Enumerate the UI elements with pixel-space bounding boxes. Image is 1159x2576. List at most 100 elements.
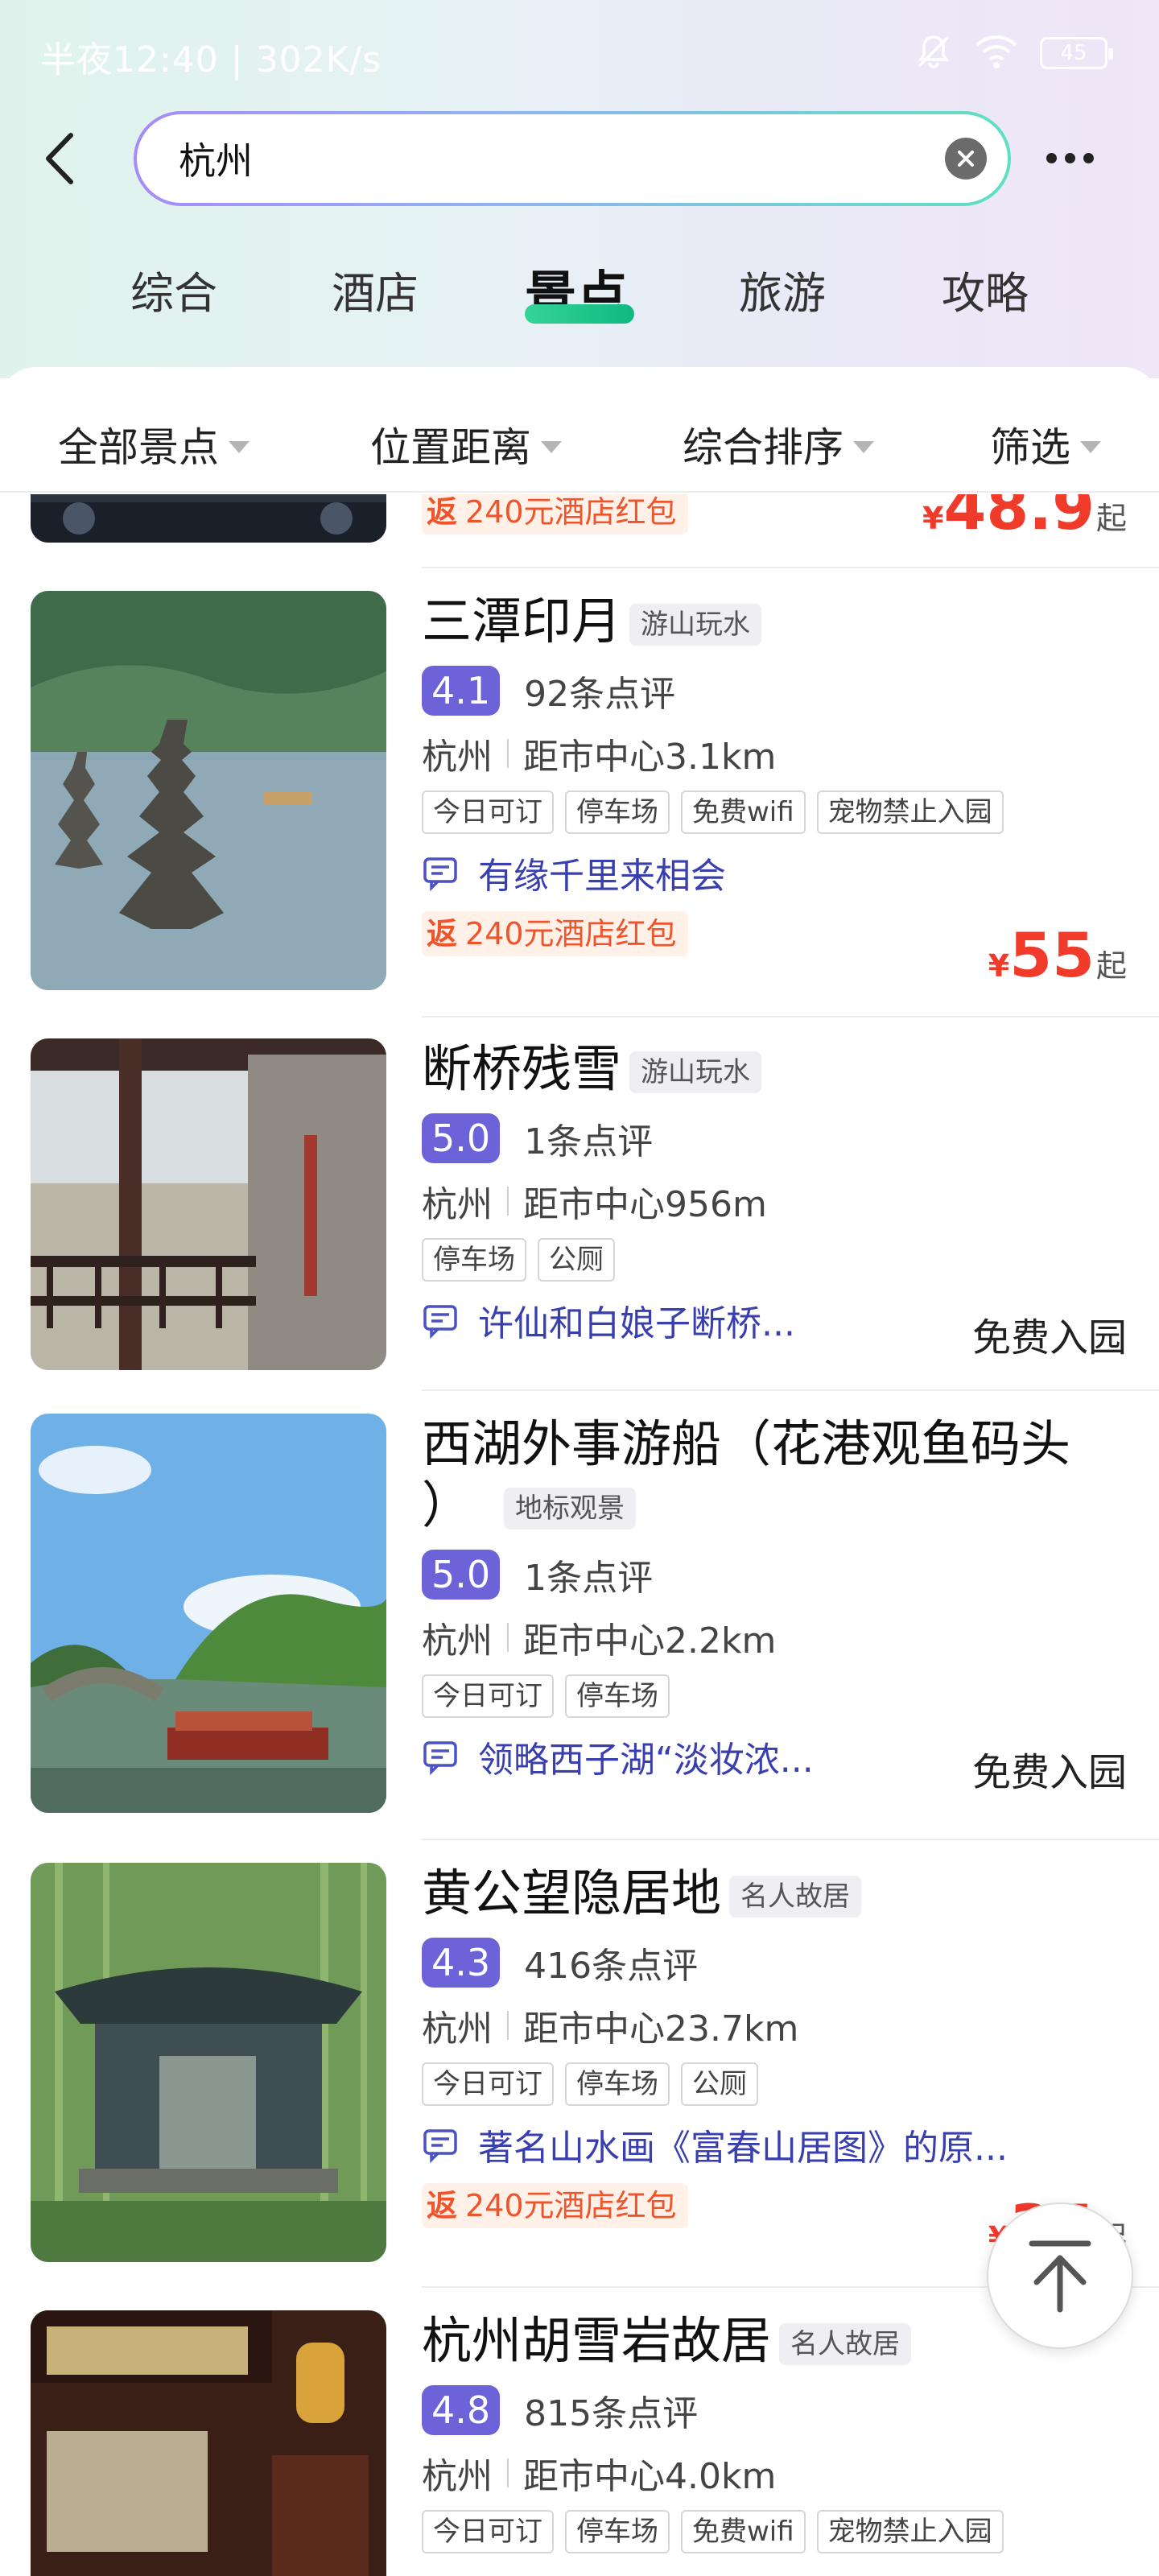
location-row: 杭州 距市中心3.1km [422,728,1130,779]
city-label: 杭州 [422,1184,493,1225]
feature-tag: 停车场 [565,1674,670,1718]
distance-label: 距市中心956m [523,1184,767,1225]
filter-sort[interactable]: 综合排序 [683,415,874,473]
feature-tag: 公厕 [681,2062,758,2106]
feature-tag: 宠物禁止入园 [816,2510,1004,2553]
quote-text: 领略西子湖“淡妆浓... [478,1740,814,1781]
clear-icon[interactable] [945,138,987,180]
price: ¥55起 [988,919,1127,991]
rating-row: 5.0 1条点评 [422,1113,1130,1164]
feature-tag: 停车场 [565,2062,670,2106]
promo-prefix: 返 [427,2188,458,2223]
review-count[interactable]: 92条点评 [524,665,675,716]
category-tag: 游山玩水 [629,603,762,646]
active-tab-indicator [525,304,634,324]
feature-tag: 免费wifi [681,2510,806,2553]
price-suffix: 起 [1095,948,1127,984]
title-text-continued: ） [422,1476,472,1534]
more-options-icon[interactable] [1046,142,1111,174]
title-text: 三潭印月 [422,592,622,650]
hotel-coupon-badge: 返 240元酒店红包 [422,494,688,535]
category-tag: 名人故居 [729,1875,862,1918]
review-count[interactable]: 1条点评 [524,1549,653,1600]
review-quote[interactable]: 著名山水画《富春山居图》的原... [422,2119,1130,2170]
promo-text: 240元酒店红包 [465,916,677,952]
rating-row: 4.1 92条点评 [422,665,1130,716]
arrow-up-icon [1029,2240,1091,2313]
category-tag: 名人故居 [779,2322,912,2365]
price: ¥48.9起 [922,494,1127,543]
tab-hotel[interactable]: 酒店 [332,258,419,321]
filter-all-attractions[interactable]: 全部景点 [58,415,250,473]
separator [507,2011,509,2040]
quote-text: 许仙和白娘子断桥... [478,1303,795,1344]
price-value: 55 [1009,919,1095,991]
search-input[interactable]: 杭州 [179,132,945,185]
rating-row: 4.8 815条点评 [422,2384,1130,2436]
promo-text: 240元酒店红包 [465,2188,677,2223]
quote-text: 有缘千里来相会 [478,856,726,897]
location-row: 杭州 距市中心23.7km [422,2000,1130,2051]
list-item[interactable]: 黄公望隐居地 名人故居 4.3 416条点评 杭州 距市中心23.7km 今日可订 停… [0,1863,1159,2265]
thumbnail-image [31,1863,386,2262]
hotel-coupon-badge: 返 240元酒店红包 [422,911,688,956]
feature-tag: 停车场 [565,2510,670,2553]
filter-bar: 全部景点 位置距离 综合排序 筛选 [0,385,1159,493]
divider [422,1389,1159,1391]
back-arrow-icon[interactable] [42,129,90,188]
free-entry-label: 免费入园 [971,1750,1127,1795]
location-row: 杭州 距市中心4.0km [422,2447,1130,2499]
review-quote[interactable]: 有缘千里来相会 [422,847,1130,898]
distance-label: 距市中心23.7km [523,2008,799,2050]
city-label: 杭州 [422,2008,493,2050]
filter-label: 综合排序 [683,424,843,471]
divider [422,1016,1159,1018]
review-count[interactable]: 1条点评 [524,1113,653,1164]
list-item[interactable]: 杭州胡雪岩故居 名人故居 4.8 815条点评 杭州 距市中心4.0km 今日可订 停… [0,2310,1159,2576]
separator [507,1187,509,1216]
attraction-title: 西湖外事游船（花港观鱼码头 ） 地标观景 [422,1414,1130,1536]
promo-prefix: 返 [427,494,458,530]
wifi-icon [974,34,1019,72]
feature-tags: 今日可订 停车场 公厕 [422,2062,1130,2106]
caret-down-icon [229,440,250,453]
category-tabs: 综合 酒店 景点 旅游 攻略 [0,250,1159,346]
tab-travel[interactable]: 旅游 [739,258,826,321]
list-item[interactable]: 三潭印月 游山玩水 4.1 92条点评 杭州 距市中心3.1km 今日可订 停车场 免… [0,591,1159,993]
title-text: 西湖外事游船（花港观鱼码头 [422,1414,1071,1473]
distance-label: 距市中心2.2km [523,1620,777,1662]
comment-icon [423,2129,457,2163]
status-time-speed: 半夜12:40 | 302K/s [40,39,382,80]
thumbnail-image [31,1414,386,1813]
title-text: 黄公望隐居地 [422,1864,722,1922]
feature-tag: 公厕 [538,1238,615,1282]
city-label: 杭州 [422,1620,493,1662]
promo-text: 240元酒店红包 [465,494,677,530]
comment-icon [423,1741,457,1775]
category-tag: 地标观景 [504,1487,637,1530]
back-to-top-button[interactable] [987,2202,1133,2349]
review-count[interactable]: 416条点评 [524,1937,698,1988]
filter-more[interactable]: 筛选 [990,415,1101,473]
distance-label: 距市中心4.0km [523,2456,777,2497]
mute-bell-icon [914,32,953,74]
list-item[interactable]: 断桥残雪 游山玩水 5.0 1条点评 杭州 距市中心956m 停车场 公厕 许仙和白娘… [0,1038,1159,1377]
tab-comprehensive[interactable]: 综合 [130,258,217,321]
filter-label: 筛选 [990,424,1070,471]
city-label: 杭州 [422,2456,493,2497]
search-box[interactable]: 杭州 [134,111,1011,206]
feature-tag: 今日可订 [422,791,554,834]
price-currency: ¥ [988,948,1010,984]
thumbnail-image [31,1038,386,1370]
attraction-list: 返 240元酒店红包 ¥48.9起 三潭印月 游山玩水 4.1 92条点评 杭州 距市中… [0,494,1159,2576]
tab-guides[interactable]: 攻略 [942,258,1029,321]
filter-location[interactable]: 位置距离 [370,415,562,473]
city-label: 杭州 [422,737,493,778]
location-row: 杭州 距市中心2.2km [422,1612,1130,1663]
thumbnail-image [31,2310,386,2576]
feature-tags: 今日可订 停车场 免费wifi 宠物禁止入园 [422,2510,1130,2553]
list-item-partial[interactable]: 返 240元酒店红包 ¥48.9起 [0,494,1159,565]
review-count[interactable]: 815条点评 [524,2384,698,2436]
list-item[interactable]: 西湖外事游船（花港观鱼码头 ）地标观景 5.0 1条点评 杭州 距市中心2.2km … [0,1414,1159,1816]
battery-icon: 45 [1040,37,1113,69]
